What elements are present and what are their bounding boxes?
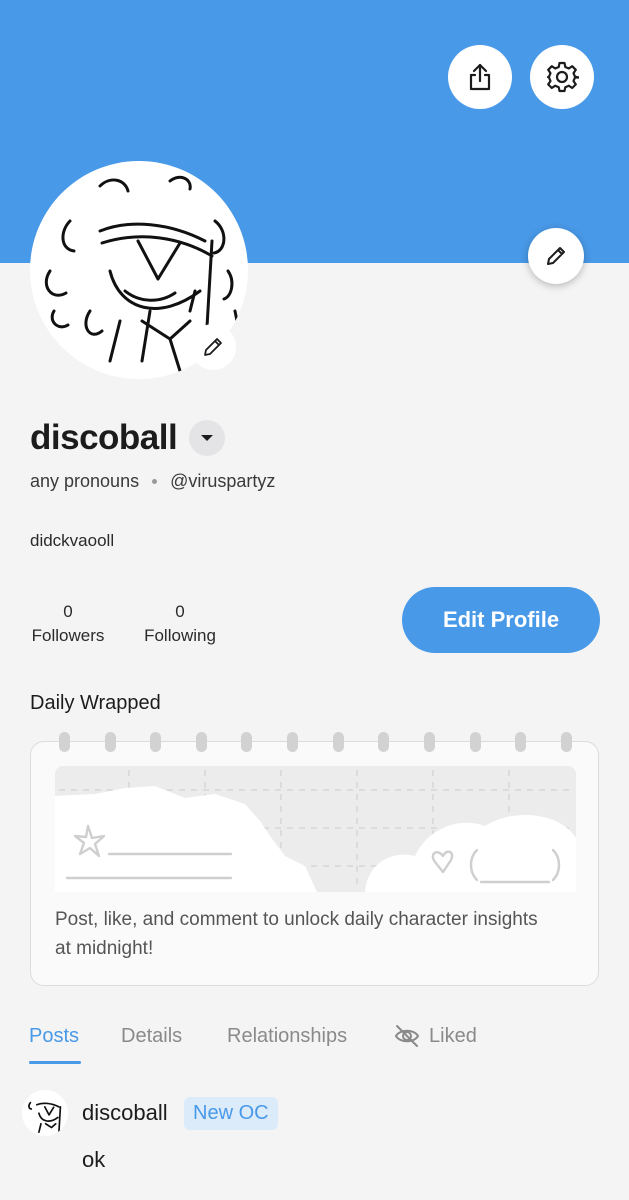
tab-details[interactable]: Details [121, 1022, 182, 1064]
binder-ring [470, 732, 481, 752]
handle: @viruspartyz [170, 471, 276, 491]
pronouns: any pronouns [30, 471, 140, 491]
daily-wrapped-message: Post, like, and comment to unlock daily … [55, 909, 538, 959]
post-body: ok [82, 1147, 106, 1172]
tab-relationships[interactable]: Relationships [227, 1022, 347, 1064]
caret-down-icon [201, 435, 214, 441]
gear-icon [546, 61, 579, 93]
binder-ring [196, 732, 207, 752]
binder-ring [105, 732, 116, 752]
daily-wrapped-title: Daily Wrapped [30, 692, 161, 714]
profile-meta: any pronouns @viruspartyz [30, 471, 275, 492]
tab-posts[interactable]: Posts [29, 1022, 79, 1064]
binder-ring [333, 732, 344, 752]
followers-stat[interactable]: 0 Followers [29, 600, 107, 648]
eye-off-icon [394, 1025, 420, 1047]
binder-ring [150, 732, 161, 752]
binder-ring [378, 732, 389, 752]
binder-ring [241, 732, 252, 752]
settings-button[interactable] [530, 45, 594, 109]
edit-profile-button[interactable]: Edit Profile [402, 587, 600, 653]
following-stat[interactable]: 0 Following [141, 600, 219, 648]
share-button[interactable] [448, 45, 512, 109]
profile-tabs: Posts Details Relationships Liked [0, 1022, 629, 1064]
avatar-drawing [28, 1101, 62, 1134]
binder-ring [287, 732, 298, 752]
display-name: discoball [30, 418, 178, 457]
name-row: discoball [30, 418, 226, 458]
post-tag-badge: New OC [184, 1097, 278, 1130]
tab-liked[interactable]: Liked [393, 1022, 477, 1064]
pencil-icon [204, 338, 222, 356]
pencil-icon [547, 247, 565, 265]
daily-wrapped-card[interactable]: Post, like, and comment to unlock daily … [30, 732, 599, 986]
post-item[interactable]: discoball New OC ok [22, 1090, 622, 1180]
following-count: 0 [175, 602, 185, 621]
following-label: Following [144, 626, 216, 645]
post-author-avatar[interactable] [22, 1090, 68, 1136]
avatar-edit-button[interactable] [190, 324, 236, 370]
followers-label: Followers [31, 626, 105, 645]
profile-bio: didckvaooll [30, 531, 115, 550]
followers-count: 0 [63, 602, 73, 621]
binder-ring [59, 732, 70, 752]
binder-ring [515, 732, 526, 752]
separator-dot [152, 479, 158, 484]
edit-banner-button[interactable] [528, 228, 584, 284]
binder-ring [561, 732, 572, 752]
share-icon [469, 63, 491, 91]
binder-ring [424, 732, 435, 752]
post-author-name[interactable]: discoball [82, 1100, 168, 1126]
tab-liked-label: Liked [429, 1025, 477, 1047]
profile-switcher-button[interactable] [189, 420, 226, 456]
wrapped-illustration [55, 766, 576, 892]
active-tab-indicator [29, 1061, 81, 1064]
